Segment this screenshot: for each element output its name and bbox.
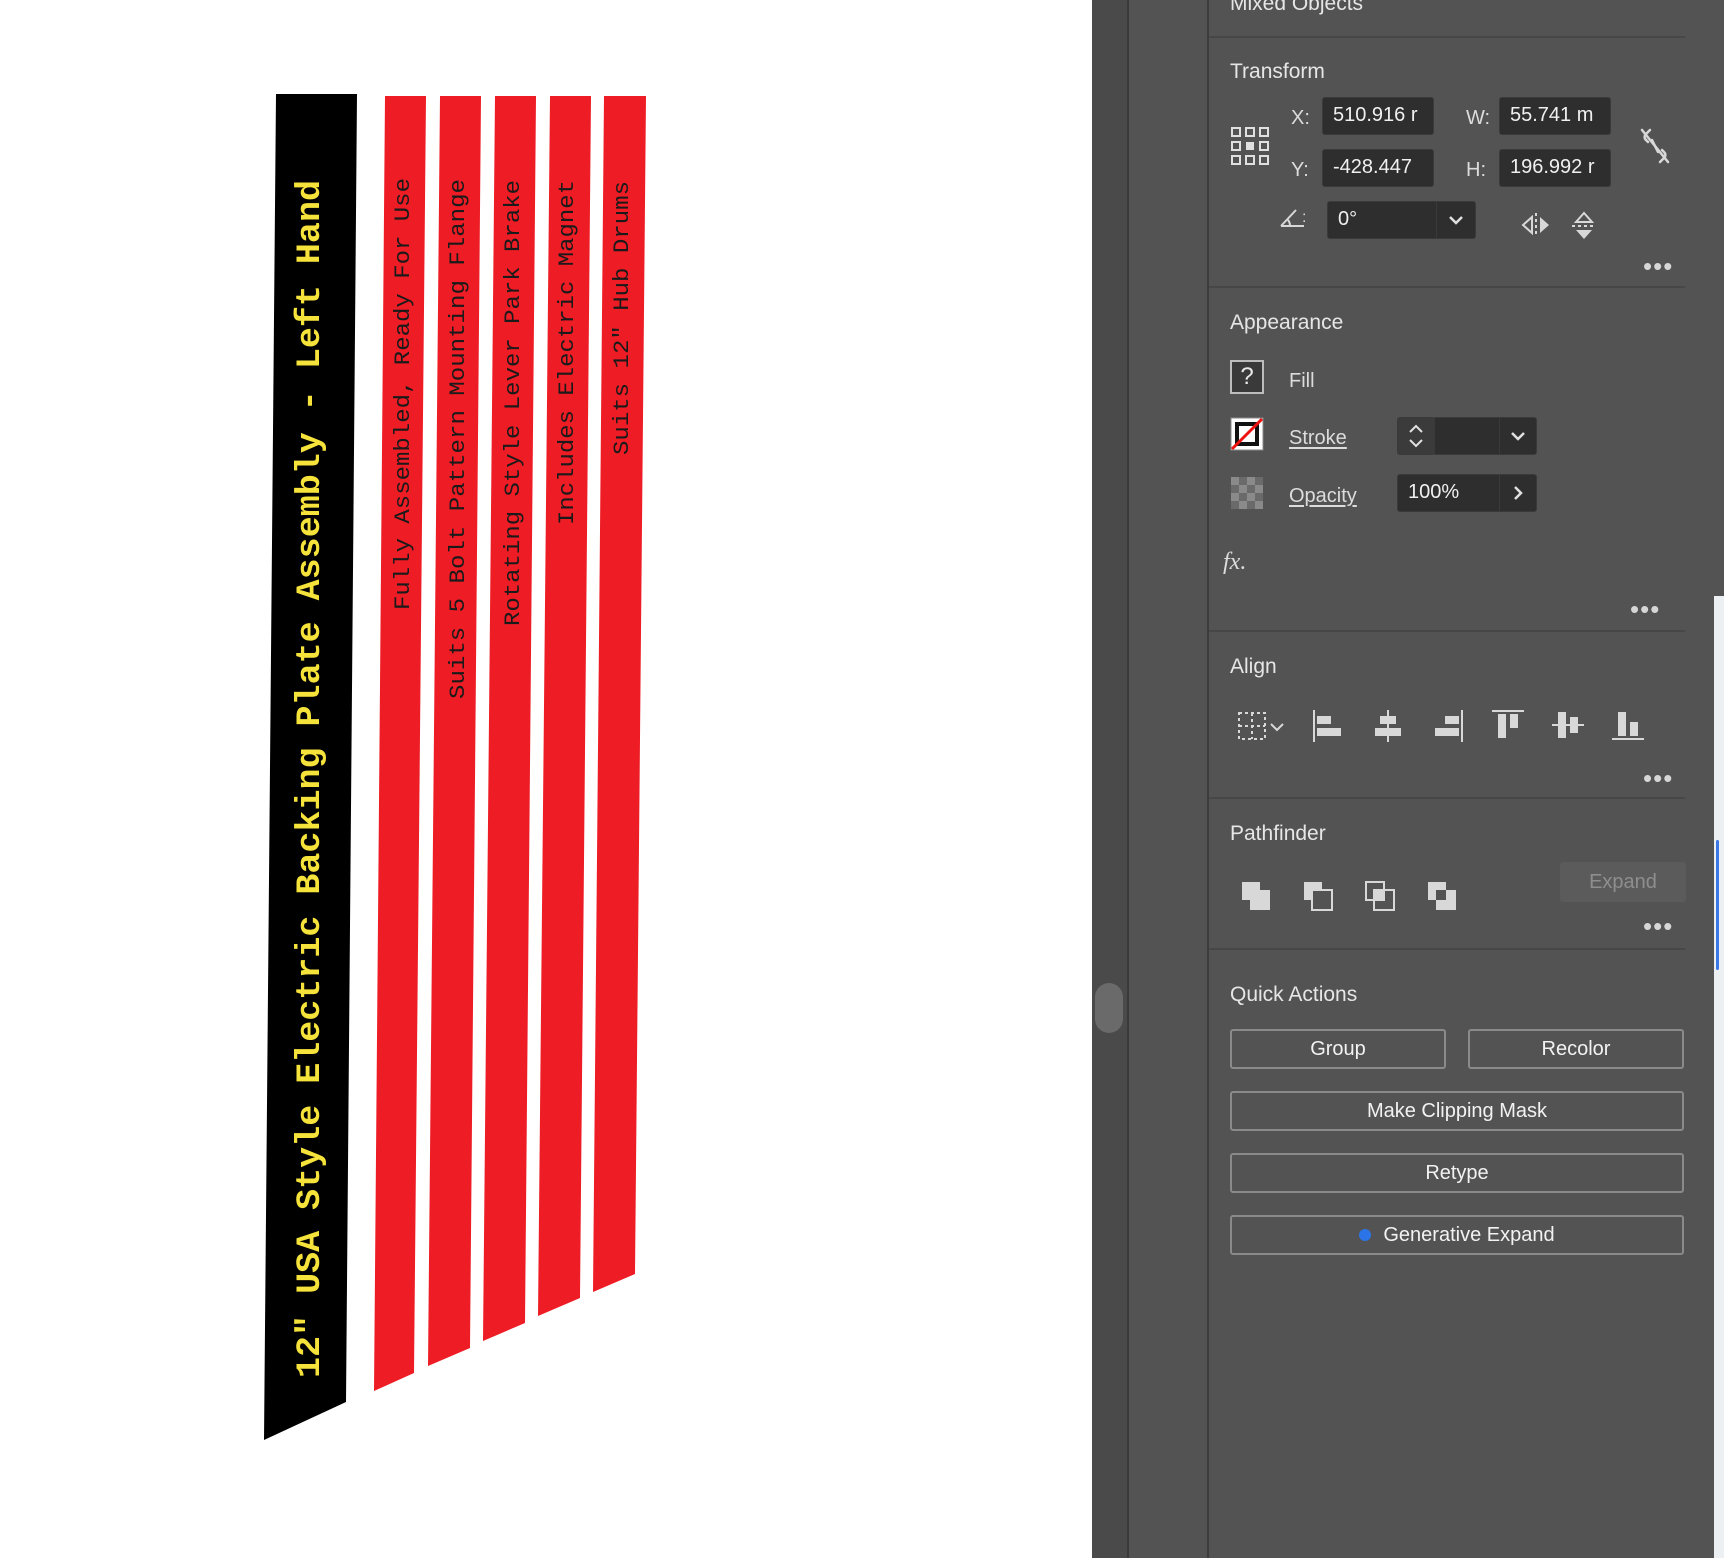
align-right-icon[interactable] bbox=[1431, 708, 1465, 744]
unite-icon[interactable] bbox=[1240, 880, 1272, 912]
selection-type-header: Mixed Objects bbox=[1230, 0, 1364, 15]
fill-swatch[interactable]: ? bbox=[1230, 360, 1264, 394]
angle-field[interactable]: 0° bbox=[1327, 201, 1437, 239]
stroke-weight-dropdown[interactable] bbox=[1499, 417, 1537, 455]
chevron-down-icon bbox=[1511, 432, 1525, 441]
stroke-weight-field[interactable] bbox=[1434, 417, 1500, 455]
divider bbox=[1209, 286, 1685, 288]
divider bbox=[1209, 630, 1685, 632]
adjacent-window-edge bbox=[1714, 596, 1724, 1558]
pathfinder-title: Pathfinder bbox=[1230, 822, 1326, 845]
align-vertical-center-icon[interactable] bbox=[1550, 708, 1586, 742]
group-button[interactable]: Group bbox=[1230, 1029, 1446, 1069]
generative-expand-label: Generative Expand bbox=[1383, 1223, 1555, 1246]
divider bbox=[1209, 948, 1685, 950]
canvas-scroll-gutter bbox=[1092, 0, 1128, 1558]
flip-horizontal-icon[interactable] bbox=[1520, 211, 1552, 239]
align-left-icon[interactable] bbox=[1311, 708, 1345, 744]
black-strip-text: 12" USA Style Electric Backing Plate Ass… bbox=[292, 180, 330, 1378]
stroke-swatch-icon[interactable] bbox=[1230, 417, 1264, 451]
red-strip-text-4: Includes Electric Magnet bbox=[555, 180, 580, 525]
x-field[interactable]: 510.916 r bbox=[1322, 97, 1434, 135]
red-strip-text-2: Suits 5 Bolt Pattern Mounting Flange bbox=[446, 179, 471, 699]
divider bbox=[1209, 36, 1685, 38]
quick-actions-title: Quick Actions bbox=[1230, 983, 1358, 1006]
angle-dropdown[interactable] bbox=[1436, 201, 1476, 239]
pathfinder-more-button[interactable]: ••• bbox=[1643, 913, 1673, 939]
y-field[interactable]: -428.447 bbox=[1322, 149, 1434, 187]
transform-more-button[interactable]: ••• bbox=[1643, 253, 1673, 279]
align-top-icon[interactable] bbox=[1490, 708, 1526, 742]
recolor-button[interactable]: Recolor bbox=[1468, 1029, 1684, 1069]
expand-button[interactable]: Expand bbox=[1560, 862, 1686, 902]
fill-label: Fill bbox=[1289, 370, 1315, 392]
red-strip-text-1: Fully Assembled, Ready For Use bbox=[391, 178, 416, 610]
red-strip-text-3: Rotating Style Lever Park Brake bbox=[501, 180, 526, 626]
w-field[interactable]: 55.741 m bbox=[1499, 97, 1611, 135]
make-clipping-mask-button[interactable]: Make Clipping Mask bbox=[1230, 1091, 1684, 1131]
chevron-down-icon bbox=[1449, 216, 1463, 225]
chevron-right-icon bbox=[1514, 486, 1523, 500]
appearance-title: Appearance bbox=[1230, 311, 1344, 334]
stroke-link[interactable]: Stroke bbox=[1289, 427, 1347, 450]
adjacent-window-scrollbar[interactable] bbox=[1716, 840, 1719, 970]
divider bbox=[1209, 797, 1685, 799]
collapsed-panel-strip bbox=[1129, 0, 1209, 1558]
h-label: H: bbox=[1466, 159, 1486, 181]
fx-button[interactable]: fx. bbox=[1223, 549, 1246, 576]
w-label: W: bbox=[1466, 107, 1491, 129]
artwork[interactable]: 12" USA Style Electric Backing Plate Ass… bbox=[0, 0, 1092, 1558]
opacity-field[interactable]: 100% bbox=[1397, 474, 1500, 512]
artboard-canvas[interactable]: 12" USA Style Electric Backing Plate Ass… bbox=[0, 0, 1092, 1558]
h-field[interactable]: 196.992 r bbox=[1499, 149, 1611, 187]
intersect-icon[interactable] bbox=[1364, 880, 1396, 912]
appearance-more-button[interactable]: ••• bbox=[1630, 596, 1660, 622]
retype-button[interactable]: Retype bbox=[1230, 1153, 1684, 1193]
align-bottom-icon[interactable] bbox=[1610, 708, 1646, 742]
flip-vertical-icon[interactable] bbox=[1570, 210, 1598, 242]
opacity-link[interactable]: Opacity bbox=[1289, 485, 1357, 508]
properties-panel: Mixed Objects Transform X: 510.916 r W: … bbox=[1209, 0, 1724, 1558]
align-more-button[interactable]: ••• bbox=[1643, 765, 1673, 791]
generative-expand-button[interactable]: Generative Expand bbox=[1230, 1215, 1684, 1255]
minus-front-icon[interactable] bbox=[1302, 880, 1334, 912]
x-label: X: bbox=[1291, 107, 1310, 129]
stroke-weight-stepper[interactable] bbox=[1397, 417, 1435, 455]
align-title: Align bbox=[1230, 655, 1277, 678]
stepper-icon bbox=[1409, 424, 1423, 448]
opacity-expand-button[interactable] bbox=[1499, 474, 1537, 512]
transform-title: Transform bbox=[1230, 60, 1325, 83]
svg-text::: : bbox=[1302, 209, 1306, 226]
constrain-proportions-icon[interactable] bbox=[1638, 126, 1672, 166]
exclude-icon[interactable] bbox=[1426, 880, 1458, 912]
opacity-checker-icon bbox=[1231, 477, 1263, 509]
panel-resize-handle[interactable] bbox=[1095, 983, 1123, 1033]
reference-point-icon[interactable] bbox=[1230, 126, 1270, 166]
rotate-angle-icon: : bbox=[1280, 209, 1306, 227]
red-strip-text-5: Suits 12" Hub Drums bbox=[610, 181, 635, 455]
align-horizontal-center-icon[interactable] bbox=[1371, 708, 1405, 744]
ai-dot-icon bbox=[1359, 1229, 1372, 1241]
align-to-selection-icon[interactable] bbox=[1237, 710, 1287, 744]
y-label: Y: bbox=[1291, 159, 1309, 181]
